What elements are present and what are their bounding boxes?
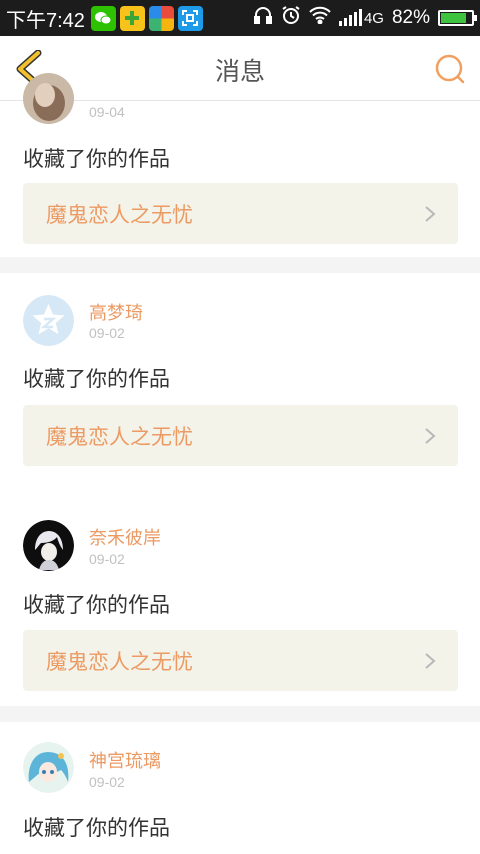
battery-icon [438,10,477,26]
avatar-photo-icon[interactable] [23,73,74,124]
message-date: 09-02 [89,774,125,790]
user-name[interactable]: 神宫琉璃 [89,747,161,773]
message-action: 收藏了你的作品 [23,593,170,617]
work-title: 魔鬼恋人之无忧 [46,202,193,227]
anime-avatar-blue-icon[interactable] [23,742,74,793]
message-date: 09-02 [89,551,125,567]
network-type: 4G [363,9,384,27]
status-bar: 下午7:42 4G 82% [0,0,480,36]
message-list: 09-04 收藏了你的作品 魔鬼恋人之无忧 高梦琦 09-02 收藏了你的作品 … [0,73,480,527]
work-title: 魔鬼恋人之无忧 [46,649,193,674]
chevron-right-icon [425,428,436,444]
user-name[interactable]: 奈禾彼岸 [89,524,161,550]
message-date: 09-02 [89,325,125,341]
page-title: 消息 [214,57,265,86]
search-icon[interactable] [434,53,466,85]
anime-avatar-dark-icon[interactable] [23,520,74,571]
chevron-right-icon [425,653,436,669]
work-link[interactable]: 魔鬼恋人之无忧 [23,183,458,244]
message-card: 神宫琉璃 09-02 收藏了你的作品 [0,722,480,854]
work-link[interactable]: 魔鬼恋人之无忧 [23,630,458,691]
app-store-icon [148,5,174,31]
message-date: 09-04 [89,104,125,120]
message-card: 奈禾彼岸 09-02 收藏了你的作品 魔鬼恋人之无忧 [0,496,480,706]
message-action: 收藏了你的作品 [23,816,170,840]
message-action: 收藏了你的作品 [23,367,170,391]
chevron-right-icon [425,206,436,222]
message-card: 09-04 收藏了你的作品 魔鬼恋人之无忧 [0,73,480,257]
game-center-icon [119,5,145,31]
signal-icon [338,9,362,26]
status-time: 下午7:42 [6,9,85,32]
work-title: 魔鬼恋人之无忧 [46,424,193,449]
default-star-avatar-icon[interactable] [23,295,74,346]
alarm-icon [281,5,301,31]
work-link[interactable]: 魔鬼恋人之无忧 [23,405,458,466]
headphones-icon [253,5,273,31]
scan-icon [177,5,203,31]
message-action: 收藏了你的作品 [23,147,170,171]
battery-percent: 82% [391,7,430,28]
user-name[interactable]: 高梦琦 [89,299,143,325]
wechat-icon [90,5,116,31]
wifi-icon [309,6,331,30]
